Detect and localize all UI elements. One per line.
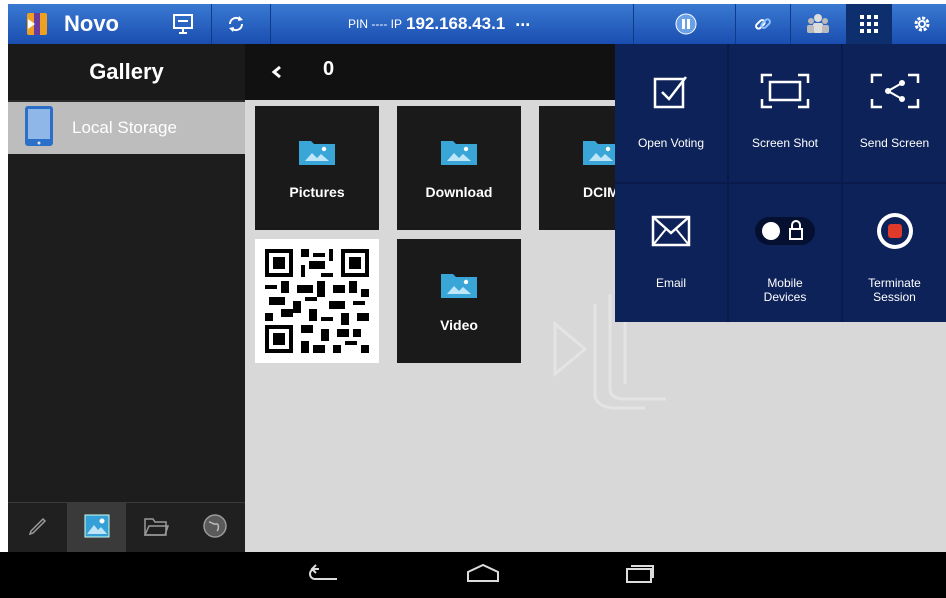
folder-icon (143, 515, 169, 542)
checkbox-icon (653, 68, 689, 114)
send-screen-button[interactable]: Send Screen (843, 44, 946, 182)
tab-web[interactable] (185, 503, 244, 553)
stop-icon (875, 208, 915, 254)
refresh-icon[interactable] (216, 4, 256, 44)
menu-label: Send Screen (859, 136, 930, 150)
folder-tile-download[interactable]: Download (397, 106, 521, 230)
nav-back-button[interactable] (300, 552, 350, 598)
nav-home-button[interactable] (458, 552, 508, 598)
qr-code-tile[interactable] (255, 239, 379, 363)
folder-image-icon (583, 137, 619, 170)
tablet-icon (24, 105, 54, 152)
folder-image-icon (441, 270, 477, 303)
menu-label: Terminate Session (868, 276, 921, 304)
tab-gallery[interactable] (67, 503, 126, 553)
top-bar: Novo PIN ---- IP 192.168.43.1 ... (8, 4, 946, 44)
menu-label: Open Voting (637, 136, 705, 150)
link-icon[interactable] (743, 4, 783, 44)
folder-tile-pictures[interactable]: Pictures (255, 106, 379, 230)
chevron-left-icon (271, 65, 283, 84)
screen-shot-button[interactable]: Screen Shot (729, 44, 841, 182)
mobile-devices-button[interactable]: Mobile Devices (729, 184, 841, 322)
tab-files[interactable] (126, 503, 185, 553)
folder-tile-video[interactable]: Video (397, 239, 521, 363)
system-nav-bar (0, 552, 946, 598)
terminate-session-button[interactable]: Terminate Session (843, 184, 946, 322)
email-button[interactable]: Email (615, 184, 727, 322)
envelope-icon (651, 208, 691, 254)
qr-code-icon (261, 245, 373, 357)
folder-image-icon (441, 137, 477, 170)
back-button[interactable] (257, 56, 297, 92)
nav-recents-button[interactable] (615, 552, 665, 598)
sidebar-title: Gallery (8, 44, 245, 102)
action-menu: Open Voting Screen Shot Send Screen Emai… (615, 44, 946, 322)
screenshot-icon (760, 68, 810, 114)
lock-toggle-icon (754, 208, 816, 254)
presentation-icon[interactable] (166, 4, 200, 44)
folder-label: Download (425, 183, 493, 200)
tab-annotate[interactable] (8, 503, 67, 553)
open-voting-button[interactable]: Open Voting (615, 44, 727, 182)
novo-logo-icon[interactable] (22, 4, 52, 44)
pencil-icon (26, 514, 50, 543)
settings-gear-icon[interactable] (902, 4, 942, 44)
item-count: 0 (323, 58, 335, 80)
app-title: Novo (64, 11, 119, 36)
sidebar-tabs (8, 502, 245, 553)
pin-label: PIN ---- IP (348, 17, 402, 31)
folder-image-icon (299, 137, 335, 170)
participants-icon[interactable] (798, 4, 838, 44)
sidebar-item-label: Local Storage (72, 118, 177, 137)
more-dots[interactable]: ... (515, 10, 530, 31)
pause-button[interactable] (668, 4, 704, 44)
home-icon (465, 563, 501, 588)
recents-icon (625, 562, 655, 589)
grid-menu-icon[interactable] (846, 4, 892, 44)
folder-label: DCIM (583, 183, 619, 200)
menu-label: Email (655, 276, 686, 290)
back-arrow-icon (307, 563, 343, 588)
share-icon (870, 68, 920, 114)
folder-label: Video (440, 316, 478, 333)
menu-label: Screen Shot (751, 136, 819, 150)
connection-info: PIN ---- IP 192.168.43.1 ... (348, 4, 608, 44)
ip-address: 192.168.43.1 (406, 14, 506, 33)
folder-label: Pictures (289, 183, 345, 200)
image-icon (84, 514, 110, 543)
menu-label: Mobile Devices (763, 276, 807, 304)
globe-icon (202, 513, 228, 544)
sidebar-item-local-storage[interactable]: Local Storage (8, 102, 245, 154)
